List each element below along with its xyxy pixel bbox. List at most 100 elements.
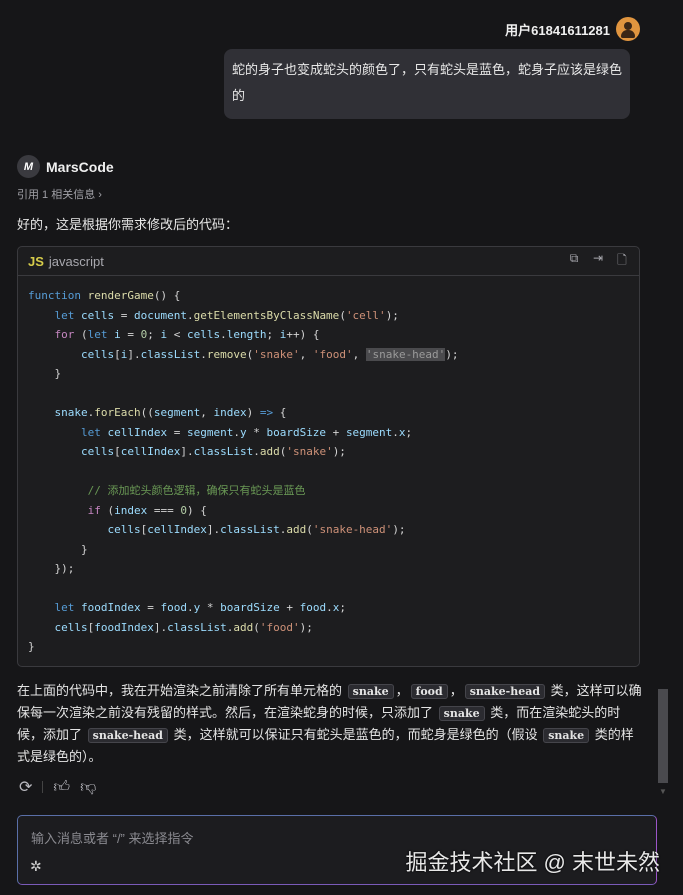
code-token: ); [299,620,313,634]
code-line: cells[cellIndex].classList.add('snake'); [28,442,629,462]
code-token: 'food' [312,347,353,361]
code-token: add [286,523,307,536]
code-token: ( [253,620,260,634]
code-token: cells [107,523,141,536]
code-token: . [392,425,399,439]
code-token: (( [140,406,154,419]
code-line: let cells = document.getElementsByClassN… [28,306,629,326]
code-token: cells [81,308,115,322]
code-token: . [253,445,260,458]
code-line: function renderGame() { [28,286,629,306]
scroll-down-icon[interactable]: ▼ [659,787,667,796]
inline-code: snake-head [464,684,546,699]
sparkle-icon[interactable]: ✲ [30,858,42,875]
code-token: , [200,406,214,419]
code-token: . [186,601,194,614]
code-token: . [200,347,207,361]
code-token: 'cell' [345,308,386,322]
bot-explanation: 在上面的代码中，我在开始渲染之前清除了所有单元格的 snake， food， sna… [17,680,642,767]
code-token: ) { [186,503,207,517]
code-token: index [114,503,148,517]
new-file-icon[interactable]: 🗋 [615,251,629,272]
scrollbar-thumb[interactable] [658,689,668,783]
code-token: let [54,308,75,322]
code-token: let [87,328,108,341]
code-token: y [239,425,247,439]
watermark: 掘金技术社区 @ 末世未然 [405,850,660,875]
code-token: classList [220,523,280,536]
code-token: let [80,425,101,439]
code-token: let [54,601,75,614]
js-icon: JS [28,253,44,269]
code-token: i [114,328,121,341]
code-token: . [220,328,227,341]
code-line: for (let i = 0; i < cells.length; i++) { [28,325,629,345]
references-link[interactable]: 引用 1 相关信息 › [17,186,102,202]
inline-code: snake [543,728,590,743]
divider [42,781,44,793]
code-token: boardSize [220,601,280,614]
code-line: let cellIndex = segment.y * boardSize + … [28,423,629,443]
code-token: ; [266,328,280,341]
code-line: // 添加蛇头颜色逻辑，确保只有蛇头是蓝色 [28,481,629,501]
regenerate-icon[interactable]: ⟳ [19,777,32,797]
code-token: add [233,620,254,634]
code-token: boardSize [266,425,327,439]
inline-code: food [410,684,448,699]
code-token: length [226,328,267,341]
code-token: snake [54,406,88,419]
code-line: snake.forEach((segment, index) => { [28,403,629,423]
scrollbar[interactable] [657,0,669,800]
code-token: ); [332,445,346,458]
code-token: foodIndex [81,601,141,614]
user-message: 蛇的身子也变成蛇头的颜色了，只有蛇头是蓝色，蛇身子应该是绿色的 [224,49,630,119]
code-content: function renderGame() { let cells = docu… [18,276,639,657]
code-token: [ [114,445,121,458]
code-token: // 添加蛇头颜色逻辑，确保只有蛇头是蓝色 [87,484,306,497]
code-token: classList [140,347,201,361]
inline-code: snake [438,706,485,721]
code-token: + [279,601,300,614]
code-token: , [299,347,313,361]
code-token: 'food' [259,620,300,634]
code-token: 'snake-head' [312,523,393,536]
code-token: , [352,347,366,361]
code-token: index [213,406,247,419]
code-line: cells[i].classList.remove('snake', 'food… [28,345,629,365]
code-line: let foodIndex = food.y * boardSize + foo… [28,598,629,618]
thumbs-down-icon[interactable]: 👎︎ [80,778,96,797]
inline-code: snake-head [87,728,168,743]
code-line [28,462,629,482]
code-token: food [299,601,327,614]
bot-intro: 好的，这是根据你需求修改后的代码： [17,217,239,232]
code-token: () { [153,289,181,302]
code-token: for [54,328,75,341]
code-token: [ [114,347,121,361]
user-avatar[interactable] [616,17,640,41]
code-token: ( [74,328,88,341]
code-token: document [134,308,187,322]
code-token: segment [186,425,234,439]
code-token: ]. [180,445,194,458]
code-line: } [28,364,629,384]
insert-icon[interactable]: ⇥ [591,251,605,272]
code-token: => [259,406,274,419]
code-token: 'snake' [286,445,333,458]
thumbs-up-icon[interactable]: 👍︎ [53,778,70,797]
code-block: JS javascript ⧉ ⇥ 🗋 function renderGame(… [17,246,640,667]
code-token: segment [345,425,393,439]
copy-icon[interactable]: ⧉ [567,251,581,272]
code-token: ]. [127,347,141,361]
code-token: ); [392,523,406,536]
message-actions: ⟳ 👍︎ 👎︎ [19,777,96,797]
